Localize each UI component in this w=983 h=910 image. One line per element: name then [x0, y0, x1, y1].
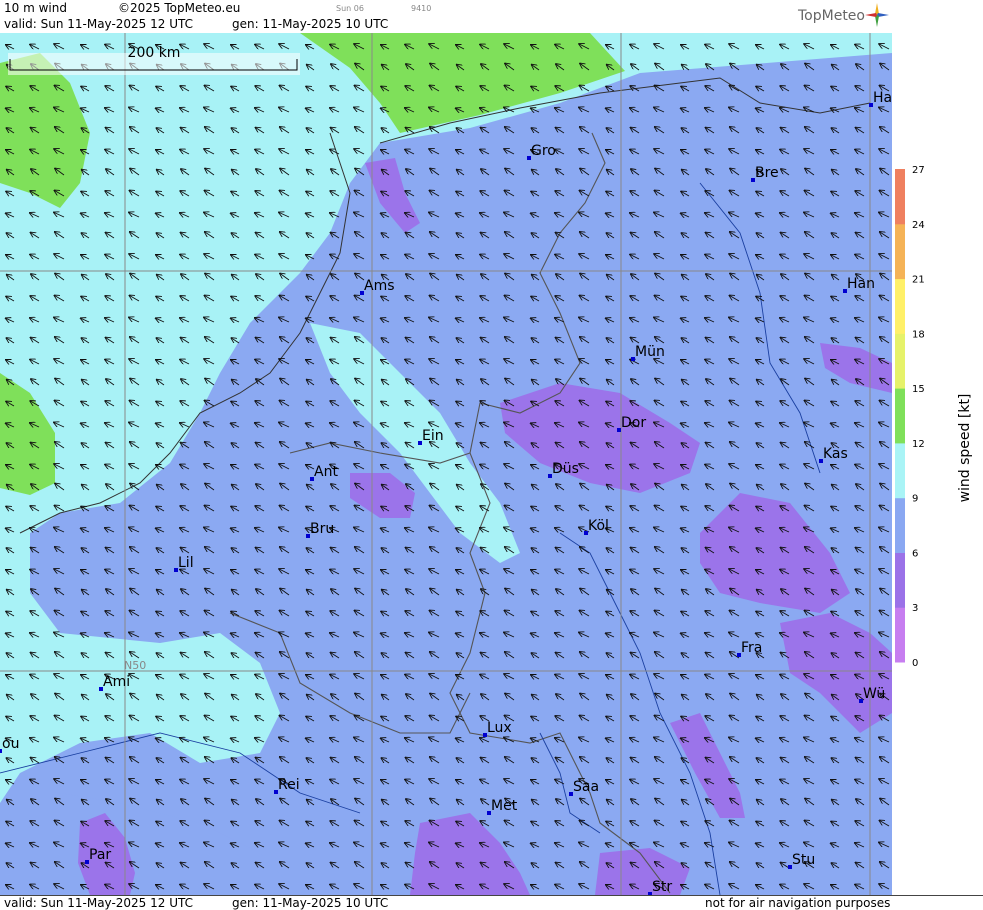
city-label: Ant	[314, 464, 338, 480]
legend-tick-label: 24	[912, 220, 925, 231]
field-name: 10 m wind	[4, 1, 67, 15]
map-footer: valid: Sun 11-May-2025 12 UTC gen: 11-Ma…	[0, 895, 983, 910]
wind-map-canvas: Gro Ha Bre Ams Han Mün Ein Dor Kas Ant Düs Bru Köl Li…	[0, 33, 892, 895]
legend-tick-label: 0	[912, 658, 918, 669]
compass-logo-icon	[865, 3, 889, 27]
legend-tick-label: 9	[912, 494, 918, 505]
city-label: Kas	[823, 446, 848, 462]
city-label: Düs	[552, 461, 579, 477]
wind-map[interactable]: Gro Ha Bre Ams Han Mün Ein Dor Kas Ant Düs Bru Köl Li…	[0, 33, 893, 895]
legend-color-band	[895, 388, 905, 444]
wind-speed-legend: 27 24 21 18 15 12 9 6 3 0 wind speed [kt]	[892, 33, 983, 895]
city-label: Lil	[178, 555, 194, 571]
legend-tick-label: 21	[912, 275, 925, 286]
city-label: Met	[491, 798, 518, 814]
legend-color-band	[895, 333, 905, 389]
city-label: Bru	[310, 521, 334, 537]
city-label: Par	[89, 847, 111, 863]
model-code: 9410	[411, 4, 432, 13]
city-label: Stu	[792, 852, 815, 868]
legend-color-band	[895, 497, 905, 553]
footer-valid-time: valid: Sun 11-May-2025 12 UTC	[4, 896, 193, 910]
legend-tick-label: 3	[912, 603, 918, 614]
legend-colorbar: 27 24 21 18 15 12 9 6 3 0 wind speed [kt]	[895, 165, 973, 669]
city-label: Bre	[755, 165, 779, 181]
city-label: Ha	[873, 90, 892, 106]
city-label: Köl	[588, 518, 609, 534]
disclaimer: not for air navigation purposes	[705, 896, 891, 910]
copyright: ©2025 TopMeteo.eu	[118, 1, 241, 15]
city-label: Dor	[621, 415, 646, 431]
legend-tick-label: 27	[912, 165, 925, 176]
footer-generated-time: gen: 11-May-2025 10 UTC	[232, 896, 389, 910]
city-label: Fra	[741, 640, 762, 656]
legend-color-band	[895, 552, 905, 608]
legend-title: wind speed [kt]	[957, 394, 973, 503]
legend-color-band	[895, 169, 905, 225]
city-label: Mün	[635, 344, 665, 360]
legend-color-band	[895, 278, 905, 334]
city-label: Han	[847, 276, 875, 292]
model-day: Sun 06	[336, 4, 364, 13]
legend-tick-label: 6	[912, 548, 918, 559]
city-label: Ams	[364, 278, 395, 294]
legend-color-band	[895, 442, 905, 499]
topmeteo-logo: TopMeteo	[798, 8, 865, 24]
generated-time: gen: 11-May-2025 10 UTC	[232, 17, 389, 31]
map-header: 10 m wind ©2025 TopMeteo.eu valid: Sun 1…	[0, 0, 983, 34]
city-label: ou	[2, 736, 19, 752]
legend-color-band	[895, 607, 905, 663]
scale-label: 200 km	[128, 45, 181, 61]
city-label: Saa	[573, 779, 599, 795]
latitude-label: N50	[124, 659, 146, 672]
legend-tick-label: 12	[912, 439, 925, 450]
legend-color-band	[895, 223, 905, 280]
city-label: Gro	[531, 143, 556, 159]
city-label: Ami	[103, 674, 130, 690]
city-label: Wü	[863, 686, 885, 702]
legend-tick-label: 18	[912, 329, 925, 340]
city-label: Lux	[487, 720, 512, 736]
city-label: Str	[652, 879, 672, 895]
valid-time: valid: Sun 11-May-2025 12 UTC	[4, 17, 193, 31]
city-label: Ein	[422, 428, 444, 444]
city-label: Rei	[278, 777, 300, 793]
legend-tick-label: 15	[912, 384, 925, 395]
